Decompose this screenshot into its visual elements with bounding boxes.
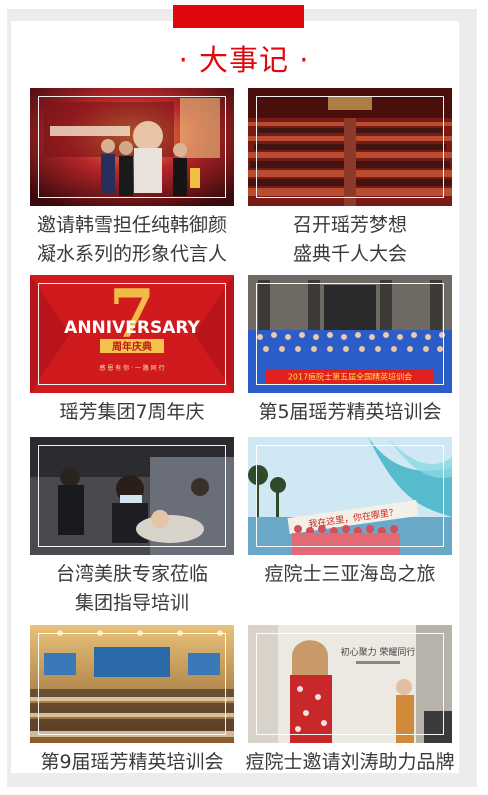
ambassador-banner-text: 初心聚力 荣耀同行 [341,646,416,658]
event-caption-ninth-training: 第9届瑶芳精英培训会 [40,751,224,773]
event-photo-fifth-training: 2017痘院士第五届全国精英培训会 [248,275,452,393]
event-caption-fifth-training: 第5届瑶芳精英培训会 [258,401,442,423]
anniversary-banner-line3: 感 恩 有 你 · 一 路 同 行 [99,364,164,372]
event-photo-anniversary: 7 ANNIVERSARY 周年庆典 感 恩 有 你 · 一 路 同 行 [30,275,234,393]
page-title: · 大事记 · [178,43,310,77]
event-photo-taiwan-experts [30,437,234,555]
anniversary-banner-line1: ANNIVERSARY [64,318,200,338]
fifth-training-banner-text: 2017痘院士第五届全国精英培训会 [288,372,412,382]
header-tab-accent [173,5,304,28]
event-caption-anniversary: 瑶芳集团7周年庆 [59,401,205,423]
event-photo-conference [248,88,452,206]
event-photo-brand-ambassador: 初心聚力 荣耀同行 [248,625,452,743]
event-caption-spokesperson: 邀请韩雪担任纯韩御颜 凝水系列的形象代言人 [36,214,227,265]
anniversary-banner-line2: 周年庆典 [112,340,152,353]
event-caption-conference: 召开瑶芳梦想 盛典千人大会 [292,214,407,265]
event-photo-sanya-trip: 我在这里，你在哪里？ [248,437,452,555]
event-caption-sanya-trip: 痘院士三亚海岛之旅 [264,563,436,585]
event-photo-ninth-training [30,625,234,743]
event-photo-spokesperson [30,88,234,206]
event-caption-taiwan-experts: 台湾美肤专家莅临 集团指导培训 [55,563,208,614]
event-caption-brand-ambassador: 痘院士邀请刘涛助力品牌 [245,751,455,773]
